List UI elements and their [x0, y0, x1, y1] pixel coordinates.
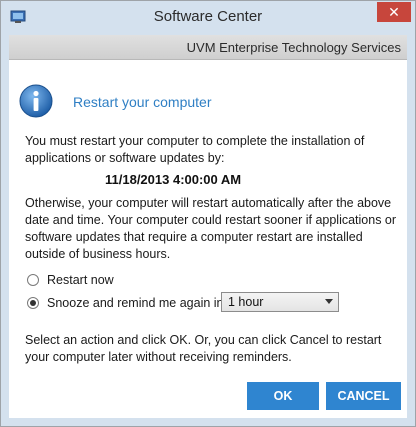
dialog-content: Restart your computer You must restart y…: [9, 60, 407, 418]
organization-banner: UVM Enterprise Technology Services: [9, 35, 407, 60]
restart-now-label: Restart now: [47, 273, 114, 287]
cancel-button[interactable]: CANCEL: [326, 382, 401, 410]
snooze-radio[interactable]: [27, 297, 39, 309]
snooze-duration-value: 1 hour: [228, 295, 264, 309]
software-center-window: Software Center ✕ UVM Enterprise Technol…: [0, 0, 416, 427]
chevron-down-icon: [325, 299, 333, 304]
snooze-duration-select[interactable]: 1 hour: [221, 292, 339, 312]
restart-deadline: 11/18/2013 4:00:00 AM: [105, 172, 242, 187]
snooze-option[interactable]: Snooze and remind me again in:: [27, 294, 227, 312]
snooze-label: Snooze and remind me again in:: [47, 296, 227, 310]
restart-now-radio[interactable]: [27, 274, 39, 286]
restart-required-message: You must restart your computer to comple…: [25, 134, 365, 165]
instructions-message: Select an action and click OK. Or, you c…: [25, 333, 382, 364]
restart-now-option[interactable]: Restart now: [27, 271, 114, 289]
title-bar[interactable]: Software Center ✕: [1, 1, 415, 33]
info-icon: [19, 84, 53, 118]
auto-restart-message: Otherwise, your computer will restart au…: [25, 196, 397, 261]
ok-button[interactable]: OK: [247, 382, 319, 410]
window-title: Software Center: [153, 8, 263, 25]
close-icon: ✕: [388, 4, 400, 20]
close-button[interactable]: ✕: [377, 2, 411, 22]
dialog-heading: Restart your computer: [73, 94, 212, 110]
organization-name: UVM Enterprise Technology Services: [186, 40, 401, 55]
